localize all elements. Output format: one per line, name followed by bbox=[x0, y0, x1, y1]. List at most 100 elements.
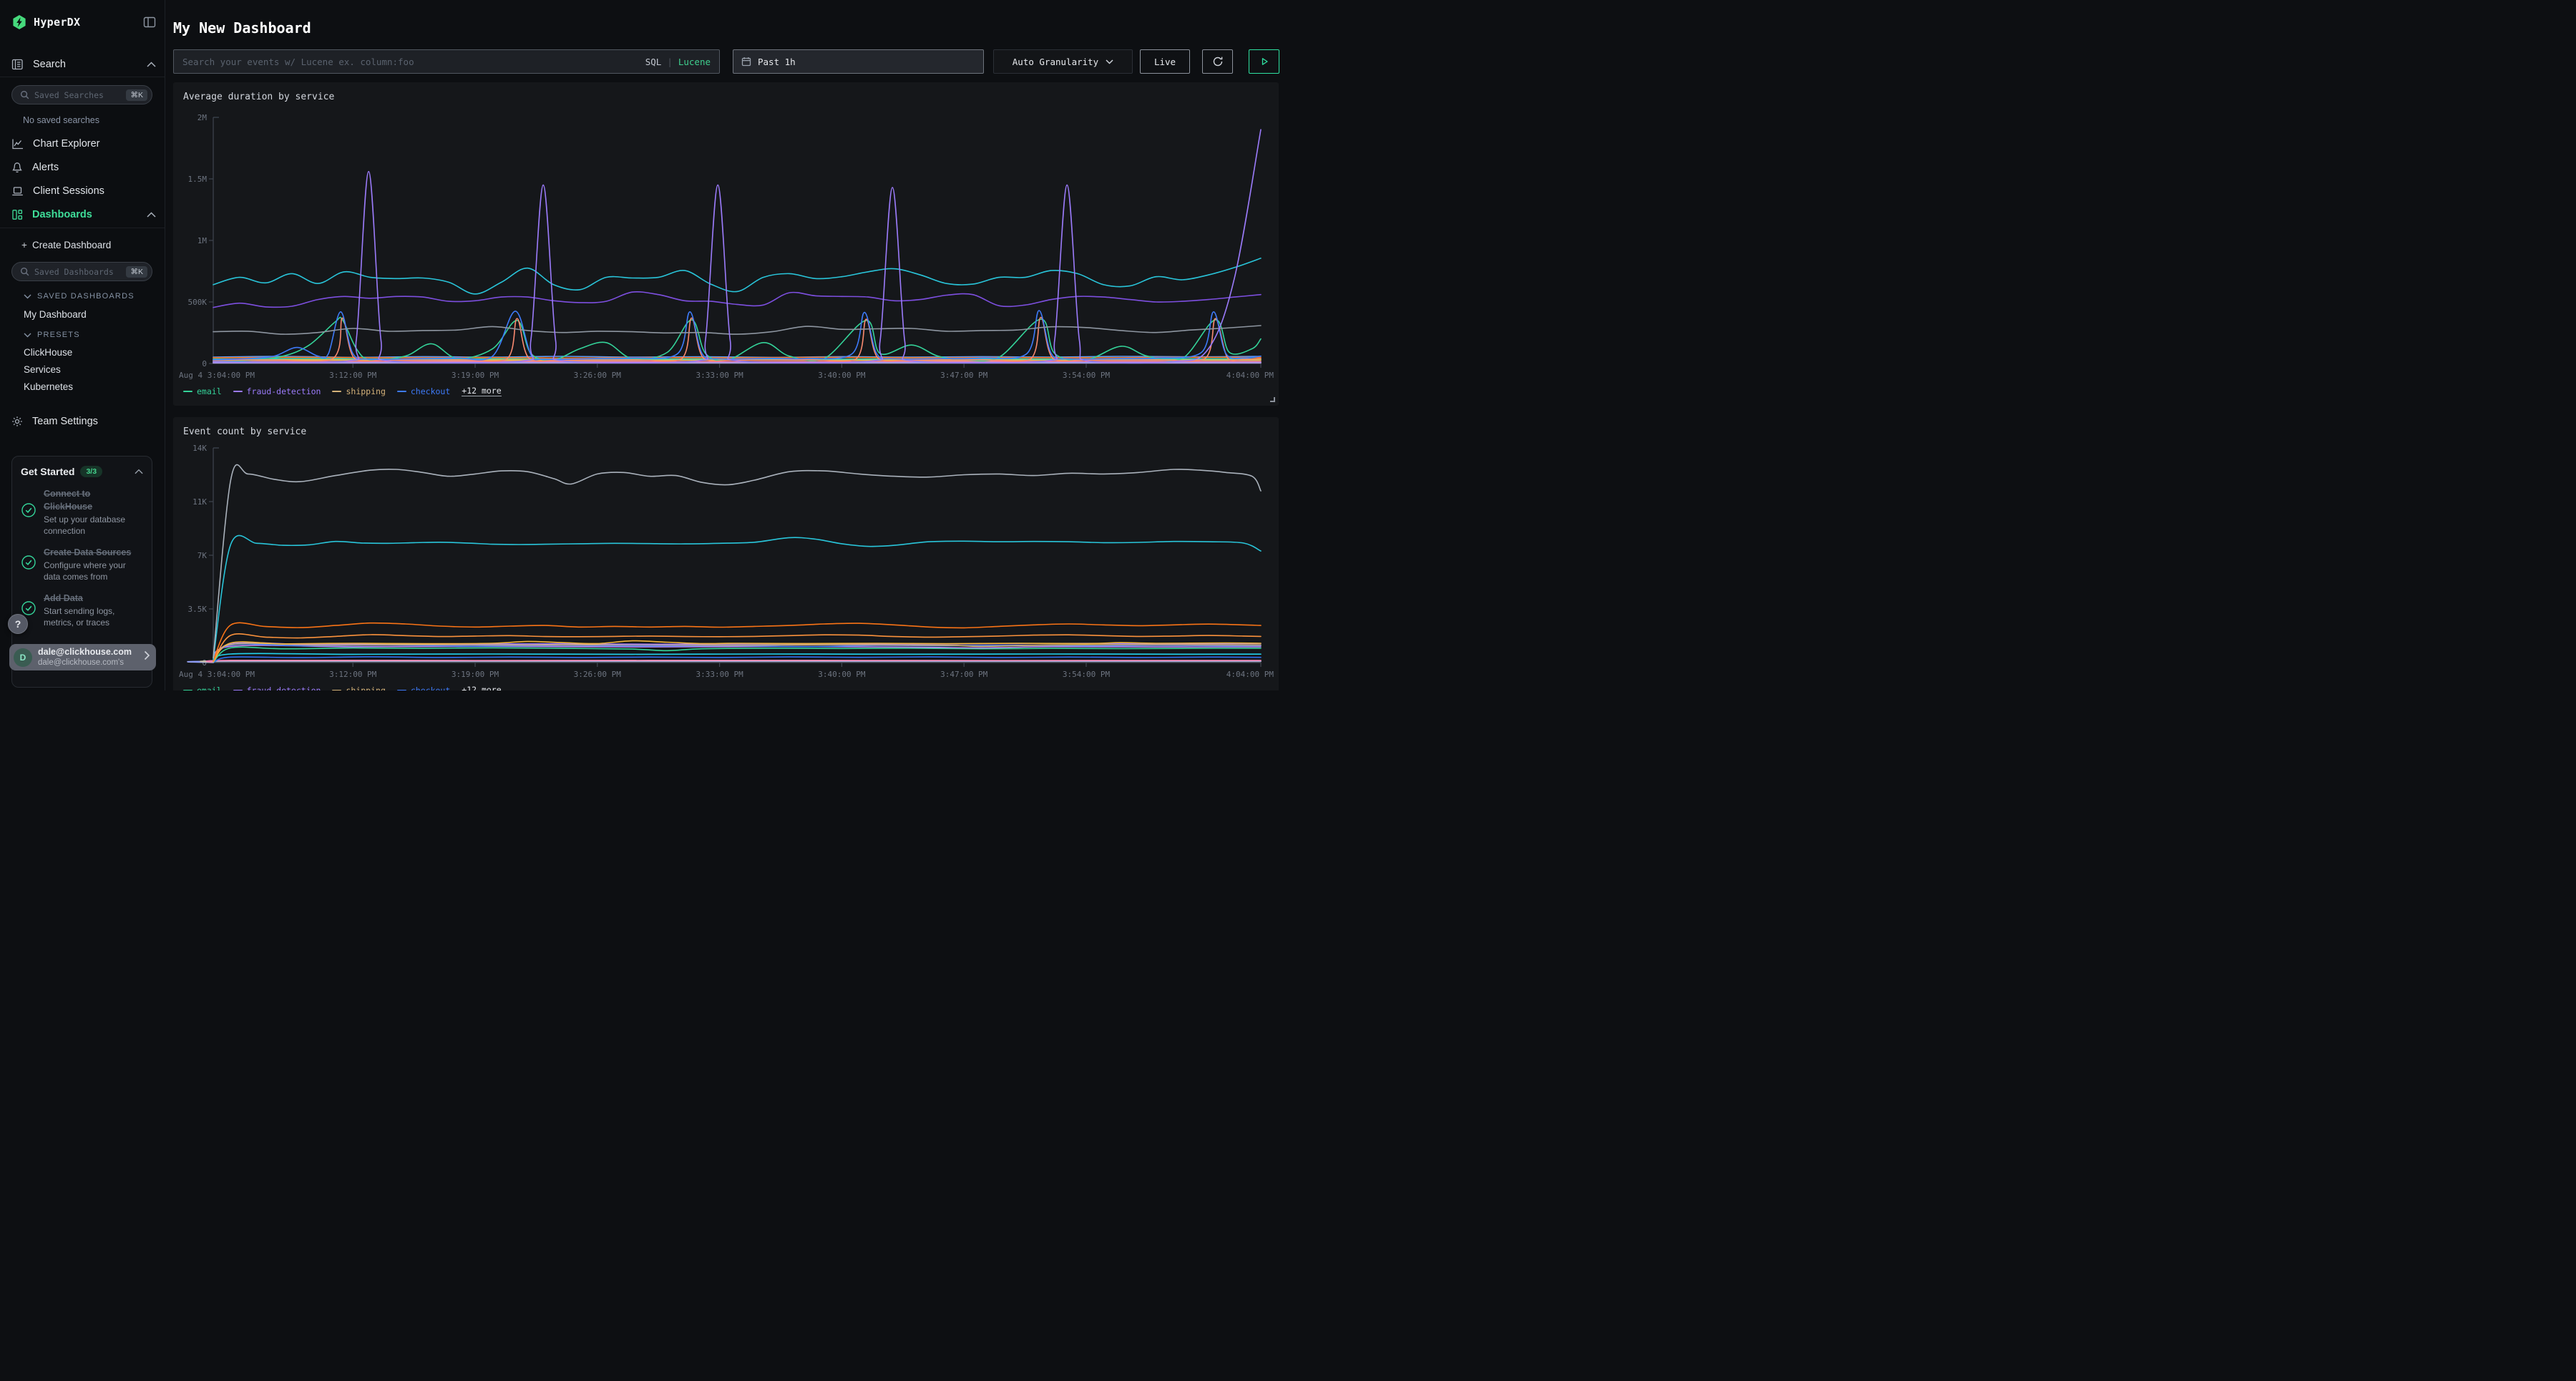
sql-mode-button[interactable]: SQL bbox=[645, 57, 662, 67]
create-dashboard-button[interactable]: + Create Dashboard bbox=[0, 236, 165, 253]
event-search-input[interactable]: Search your events w/ Lucene ex. column:… bbox=[173, 49, 720, 74]
svg-text:3:54:00 PM: 3:54:00 PM bbox=[1063, 371, 1111, 380]
legend-item[interactable]: fraud-detection bbox=[233, 685, 321, 691]
get-started-item-title: Connect to ClickHouse bbox=[44, 487, 137, 513]
granularity-select[interactable]: Auto Granularity bbox=[993, 49, 1133, 74]
svg-text:3:40:00 PM: 3:40:00 PM bbox=[818, 670, 866, 679]
svg-text:3:33:00 PM: 3:33:00 PM bbox=[696, 371, 743, 380]
time-range-picker[interactable]: Past 1h bbox=[733, 49, 984, 74]
main-content: My New Dashboard Search your events w/ L… bbox=[165, 0, 1288, 690]
get-started-item-desc: Set up your database connection bbox=[44, 514, 137, 537]
sidebar-item-client-sessions[interactable]: Client Sessions bbox=[0, 179, 165, 202]
svg-text:3.5K: 3.5K bbox=[188, 605, 208, 614]
saved-searches-input[interactable]: Saved Searches ⌘K bbox=[11, 85, 152, 104]
legend-item[interactable]: checkout bbox=[397, 685, 450, 691]
query-language-toggle: SQL | Lucene bbox=[645, 57, 711, 67]
get-started-item-add-data[interactable]: Add Data Start sending logs, metrics, or… bbox=[21, 592, 143, 628]
get-started-title: Get Started bbox=[21, 466, 74, 477]
dashboard-link-label: My Dashboard bbox=[24, 309, 87, 320]
plus-icon: + bbox=[21, 240, 27, 250]
user-menu[interactable]: D dale@clickhouse.com dale@clickhouse.co… bbox=[9, 644, 156, 670]
laptop-icon bbox=[11, 185, 24, 197]
legend-label: shipping bbox=[346, 386, 385, 396]
check-circle-icon bbox=[21, 555, 36, 574]
legend-item[interactable]: email bbox=[183, 386, 222, 396]
svg-text:500K: 500K bbox=[188, 298, 208, 307]
panel-resize-handle[interactable] bbox=[1270, 397, 1275, 402]
lucene-mode-button[interactable]: Lucene bbox=[678, 57, 711, 67]
run-query-button[interactable] bbox=[1249, 49, 1279, 74]
svg-text:3:26:00 PM: 3:26:00 PM bbox=[574, 371, 622, 380]
svg-text:0: 0 bbox=[202, 359, 207, 369]
legend-swatch bbox=[397, 690, 406, 691]
preset-link-label: Services bbox=[24, 364, 61, 375]
sidebar-item-my-dashboard[interactable]: My Dashboard bbox=[0, 306, 165, 323]
sidebar-item-dashboards[interactable]: Dashboards bbox=[0, 202, 165, 226]
saved-dashboards-placeholder: Saved Dashboards bbox=[34, 267, 121, 277]
chart-panel-event-count: Event count by service 14K11K7K3.5K0Aug … bbox=[173, 417, 1279, 690]
app-root: HyperDX Search Saved Searches ⌘K No save… bbox=[0, 0, 1288, 690]
get-started-item-connect[interactable]: Connect to ClickHouse Set up your databa… bbox=[21, 487, 143, 537]
legend-label: email bbox=[197, 685, 222, 691]
chart-panel-avg-duration: Average duration by service 2M1.5M1M500K… bbox=[173, 82, 1279, 406]
help-button[interactable]: ? bbox=[8, 614, 28, 634]
svg-text:3:47:00 PM: 3:47:00 PM bbox=[940, 670, 988, 679]
sidebar-item-preset-clickhouse[interactable]: ClickHouse bbox=[0, 343, 165, 361]
team-settings-label: Team Settings bbox=[32, 416, 98, 427]
sidebar-item-label: Dashboards bbox=[32, 209, 92, 220]
get-started-header[interactable]: Get Started 3/3 bbox=[21, 465, 143, 478]
svg-text:3:33:00 PM: 3:33:00 PM bbox=[696, 670, 743, 679]
live-button[interactable]: Live bbox=[1140, 49, 1190, 74]
preset-link-label: Kubernetes bbox=[24, 381, 73, 392]
saved-dashboards-section-toggle[interactable]: SAVED DASHBOARDS bbox=[24, 291, 135, 302]
sidebar-item-chart-explorer[interactable]: Chart Explorer bbox=[0, 132, 165, 155]
legend-item[interactable]: email bbox=[183, 685, 222, 691]
dashboard-grid-icon bbox=[11, 209, 23, 220]
event-count-chart[interactable]: 14K11K7K3.5K0Aug 4 3:04:00 PM3:12:00 PM3… bbox=[173, 417, 1279, 690]
legend-item[interactable]: shipping bbox=[332, 685, 385, 691]
event-search-placeholder: Search your events w/ Lucene ex. column:… bbox=[182, 57, 645, 67]
sidebar-item-team-settings[interactable]: Team Settings bbox=[11, 414, 156, 429]
sidebar-collapse-icon[interactable] bbox=[143, 16, 156, 28]
chevron-down-icon bbox=[24, 294, 31, 299]
legend-item[interactable]: shipping bbox=[332, 386, 385, 396]
avg-duration-chart[interactable]: 2M1.5M1M500K0Aug 4 3:04:00 PM3:12:00 PM3… bbox=[173, 82, 1279, 406]
get-started-progress-badge: 3/3 bbox=[80, 466, 102, 477]
svg-text:7K: 7K bbox=[197, 551, 208, 560]
sidebar: HyperDX Search Saved Searches ⌘K No save… bbox=[0, 0, 165, 690]
svg-text:3:12:00 PM: 3:12:00 PM bbox=[329, 670, 377, 679]
get-started-item-desc: Start sending logs, metrics, or traces bbox=[44, 605, 137, 628]
legend-label: email bbox=[197, 386, 222, 396]
hyperdx-logo-icon bbox=[11, 14, 27, 30]
legend-item[interactable]: fraud-detection bbox=[233, 386, 321, 396]
legend-swatch bbox=[332, 391, 341, 392]
sidebar-item-label: Chart Explorer bbox=[33, 138, 99, 150]
legend-label: checkout bbox=[411, 685, 450, 691]
sidebar-item-label: Alerts bbox=[32, 162, 59, 173]
legend-item[interactable]: checkout bbox=[397, 386, 450, 396]
svg-text:3:12:00 PM: 3:12:00 PM bbox=[329, 371, 377, 380]
presets-section-toggle[interactable]: PRESETS bbox=[24, 329, 80, 341]
refresh-button[interactable] bbox=[1202, 49, 1233, 74]
chart-legend: email fraud-detection shipping checkout +12 … bbox=[183, 386, 502, 396]
shortcut-badge: ⌘K bbox=[126, 266, 147, 278]
chart-legend: email fraud-detection shipping checkout +12 … bbox=[183, 685, 502, 690]
svg-text:3:40:00 PM: 3:40:00 PM bbox=[818, 371, 866, 380]
sidebar-item-label: Client Sessions bbox=[33, 185, 104, 197]
refresh-icon bbox=[1212, 56, 1224, 67]
sidebar-item-preset-kubernetes[interactable]: Kubernetes bbox=[0, 378, 165, 395]
legend-more-link[interactable]: +12 more bbox=[462, 386, 501, 396]
sidebar-nav: Chart Explorer Alerts Client Sessions Da… bbox=[0, 132, 165, 226]
sidebar-item-preset-services[interactable]: Services bbox=[0, 361, 165, 378]
chevron-up-icon[interactable] bbox=[135, 465, 143, 478]
get-started-item-sources[interactable]: Create Data Sources Configure where your… bbox=[21, 546, 143, 582]
sidebar-section-search[interactable]: Search bbox=[11, 57, 156, 72]
search-icon bbox=[20, 267, 29, 276]
saved-dashboards-input[interactable]: Saved Dashboards ⌘K bbox=[11, 262, 152, 281]
chevron-up-icon[interactable] bbox=[147, 209, 156, 220]
chevron-up-icon[interactable] bbox=[147, 59, 156, 70]
legend-more-link[interactable]: +12 more bbox=[462, 685, 501, 690]
sidebar-item-alerts[interactable]: Alerts bbox=[0, 155, 165, 179]
svg-text:1M: 1M bbox=[197, 236, 208, 245]
preset-link-label: ClickHouse bbox=[24, 347, 72, 358]
